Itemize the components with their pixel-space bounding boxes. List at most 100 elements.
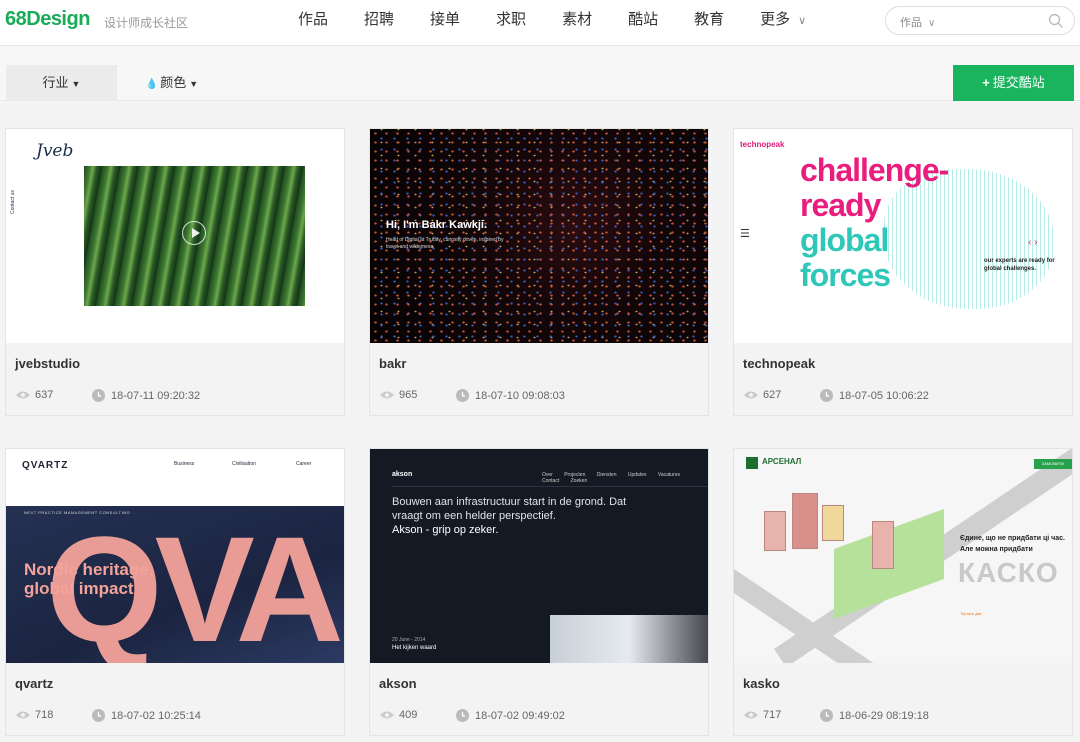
color-filter-label: 颜色: [160, 75, 187, 90]
eye-icon: [380, 711, 394, 719]
search-input[interactable]: [948, 11, 1044, 31]
card-title[interactable]: akson: [379, 676, 417, 691]
eye-icon: [16, 711, 30, 719]
clock-icon: [456, 709, 469, 722]
site-logo[interactable]: 68Design: [5, 8, 90, 31]
view-count: 409: [379, 709, 417, 721]
headline-line: Nordic heritage,: [24, 560, 154, 579]
site-card-akson[interactable]: akson Over Projecten Diensten Updates Va…: [369, 448, 709, 736]
eye-icon: [744, 711, 758, 719]
preview-label: NEXT PRACTICE MANAGEMENT CONSULTING: [24, 510, 131, 515]
nav-item-education[interactable]: 教育: [694, 0, 724, 40]
preview-hero: QVA NEXT PRACTICE MANAGEMENT CONSULTING …: [6, 506, 344, 663]
search-icon[interactable]: [1048, 13, 1064, 29]
site-thumbnail[interactable]: Hi, I'm Bakr Kawkji. Head of Digital at …: [370, 129, 708, 343]
site-card-kasko[interactable]: АРСЕНАЛ ЗАМОВИТИ Єдине, що не придбати ц…: [733, 448, 1073, 736]
preview-subtext: Head of Digital at Trudity, curiosity dr…: [386, 237, 504, 250]
site-thumbnail[interactable]: akson Over Projecten Diensten Updates Va…: [370, 449, 708, 663]
card-title[interactable]: bakr: [379, 356, 406, 371]
building-illustration: [822, 505, 844, 541]
post-time: 18-07-05 10:06:22: [820, 389, 929, 402]
card-title[interactable]: qvartz: [15, 676, 53, 691]
building-illustration: [792, 493, 818, 549]
view-count: 627: [743, 389, 781, 401]
preview-paragraph: Bouwen aan infrastructuur start in de gr…: [392, 496, 627, 522]
preview-date: 20 June - 2014: [392, 637, 426, 643]
submit-site-button[interactable]: + 提交酷站: [953, 65, 1074, 101]
site-card-bakr[interactable]: Hi, I'm Bakr Kawkji. Head of Digital at …: [369, 128, 709, 416]
preview-side-text: Contact us: [10, 190, 16, 214]
preview-tagline: our experts are ready for global challen…: [984, 258, 1055, 272]
preview-nav-item: Career: [296, 461, 312, 467]
site-card-technopeak[interactable]: technopeak challenge- ready global force…: [733, 128, 1073, 416]
nav-item-cool-sites[interactable]: 酷站: [628, 0, 658, 40]
preview-bold-line: Akson - grip op zeker.: [392, 524, 499, 536]
plus-icon: +: [982, 75, 990, 90]
preview-watch: Het kijken waard: [392, 645, 437, 651]
preview-logo: QVARTZ: [22, 460, 69, 471]
industry-filter-label: 行业: [42, 75, 69, 90]
preview-button: ЗАМОВИТИ: [1034, 459, 1072, 469]
site-card-qvartz[interactable]: QVARTZ Business Civilisation Career QVA …: [5, 448, 345, 736]
color-filter[interactable]: 💧 颜色 ▼: [127, 65, 217, 101]
view-count: 965: [379, 389, 417, 401]
post-time: 18-07-10 09:08:03: [456, 389, 565, 402]
preview-text: Bouwen aan infrastructuur start in de gr…: [392, 495, 652, 537]
clock-icon: [456, 389, 469, 402]
site-thumbnail[interactable]: Jveb Contact us: [6, 129, 344, 343]
post-time-value: 18-07-11 09:20:32: [111, 389, 201, 402]
site-thumbnail[interactable]: technopeak challenge- ready global force…: [734, 129, 1072, 343]
view-count-value: 965: [399, 389, 418, 401]
card-title[interactable]: jvebstudio: [15, 356, 80, 371]
eye-icon: [16, 391, 30, 399]
nav-item-materials[interactable]: 素材: [562, 0, 592, 40]
site-thumbnail[interactable]: АРСЕНАЛ ЗАМОВИТИ Єдине, що не придбати ц…: [734, 449, 1072, 663]
chevron-down-icon: ∨: [928, 18, 936, 29]
preview-link: Торгати дім: [960, 611, 982, 616]
preview-logo: technopeak: [740, 140, 785, 149]
headline-line: challenge-: [800, 152, 949, 188]
nav-item-orders[interactable]: 接单: [430, 0, 460, 40]
post-time: 18-07-11 09:20:32: [92, 389, 200, 402]
view-count-value: 627: [763, 389, 782, 401]
preview-logo: АРСЕНАЛ: [762, 457, 802, 466]
nav-more-label: 更多: [760, 11, 791, 28]
nav-item-works[interactable]: 作品: [298, 0, 328, 40]
post-time: 18-07-02 10:25:14: [92, 709, 201, 722]
divider: [392, 486, 708, 487]
post-time-value: 18-07-02 10:25:14: [111, 709, 201, 722]
droplet-icon: 💧: [145, 79, 159, 90]
view-count: 717: [743, 709, 781, 721]
card-title[interactable]: kasko: [743, 676, 780, 691]
site-thumbnail[interactable]: QVARTZ Business Civilisation Career QVA …: [6, 449, 344, 663]
preview-logo: akson: [392, 471, 413, 478]
headline-line: forces: [800, 257, 891, 293]
nav-item-jobs[interactable]: 求职: [496, 0, 526, 40]
hamburger-icon: ☰: [740, 228, 750, 240]
preview-top: QVARTZ Business Civilisation Career: [6, 449, 344, 506]
site-card-jvebstudio[interactable]: Jveb Contact us jvebstudio 637 18-07-11 …: [5, 128, 345, 416]
nav-item-recruit[interactable]: 招聘: [364, 0, 394, 40]
clock-icon: [820, 389, 833, 402]
bridge-image: [550, 615, 708, 663]
nav-item-more[interactable]: 更多 ∨: [760, 0, 806, 40]
view-count: 637: [15, 389, 53, 401]
card-title[interactable]: technopeak: [743, 356, 815, 371]
caret-down-icon: ▼: [189, 79, 199, 89]
post-time: 18-07-02 09:49:02: [456, 709, 565, 722]
clock-icon: [92, 709, 105, 722]
arsenal-logo-icon: [746, 457, 758, 469]
post-time-value: 18-07-10 09:08:03: [475, 389, 565, 402]
post-time-value: 18-06-29 08:19:18: [839, 709, 929, 722]
search-scope-label: 作品: [900, 17, 922, 29]
top-header: 68Design 设计师成长社区 作品 招聘 接单 求职 素材 酷站 教育 更多…: [0, 0, 1080, 46]
play-icon: [182, 221, 206, 245]
search-scope-select[interactable]: 作品 ∨: [900, 14, 935, 30]
post-time: 18-06-29 08:19:18: [820, 709, 929, 722]
industry-filter[interactable]: 行业 ▼: [6, 65, 117, 101]
preview-headline: challenge- ready global forces: [800, 152, 949, 293]
site-slogan: 设计师成长社区: [104, 16, 189, 30]
headline-line: global impact: [24, 579, 134, 598]
headline-line: global: [800, 222, 889, 258]
filter-bar: 行业 ▼ 💧 颜色 ▼ + 提交酷站: [0, 47, 1080, 101]
